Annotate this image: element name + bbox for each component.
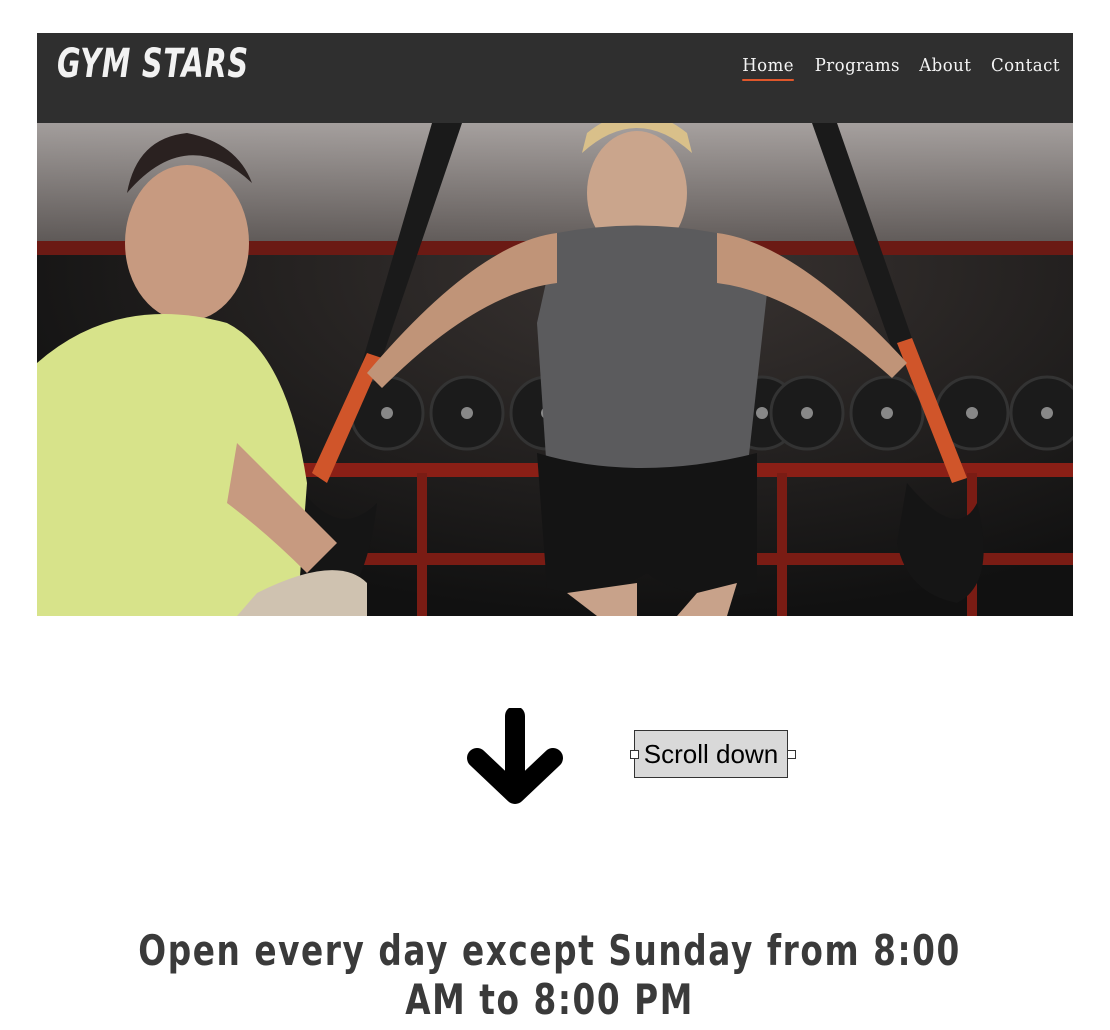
scroll-down-button[interactable]: Scroll down [634,730,788,778]
main-nav: Home Programs About Contact [740,55,1063,81]
nav-contact[interactable]: Contact [991,55,1060,81]
nav-programs[interactable]: Programs [814,55,899,81]
resize-handle-right [787,750,796,759]
hero-image [37,123,1073,616]
site-logo[interactable]: GYM STARS [57,41,249,87]
opening-hours: Open every day except Sunday from 8:00 A… [138,926,961,1024]
nav-home[interactable]: Home [742,55,795,81]
arrow-down-icon[interactable] [463,708,567,806]
resize-handle-left [630,750,639,759]
site-header: GYM STARS Home Programs About Contact [37,33,1073,123]
nav-about[interactable]: About [920,55,972,81]
gym-training-photo [37,123,1073,616]
